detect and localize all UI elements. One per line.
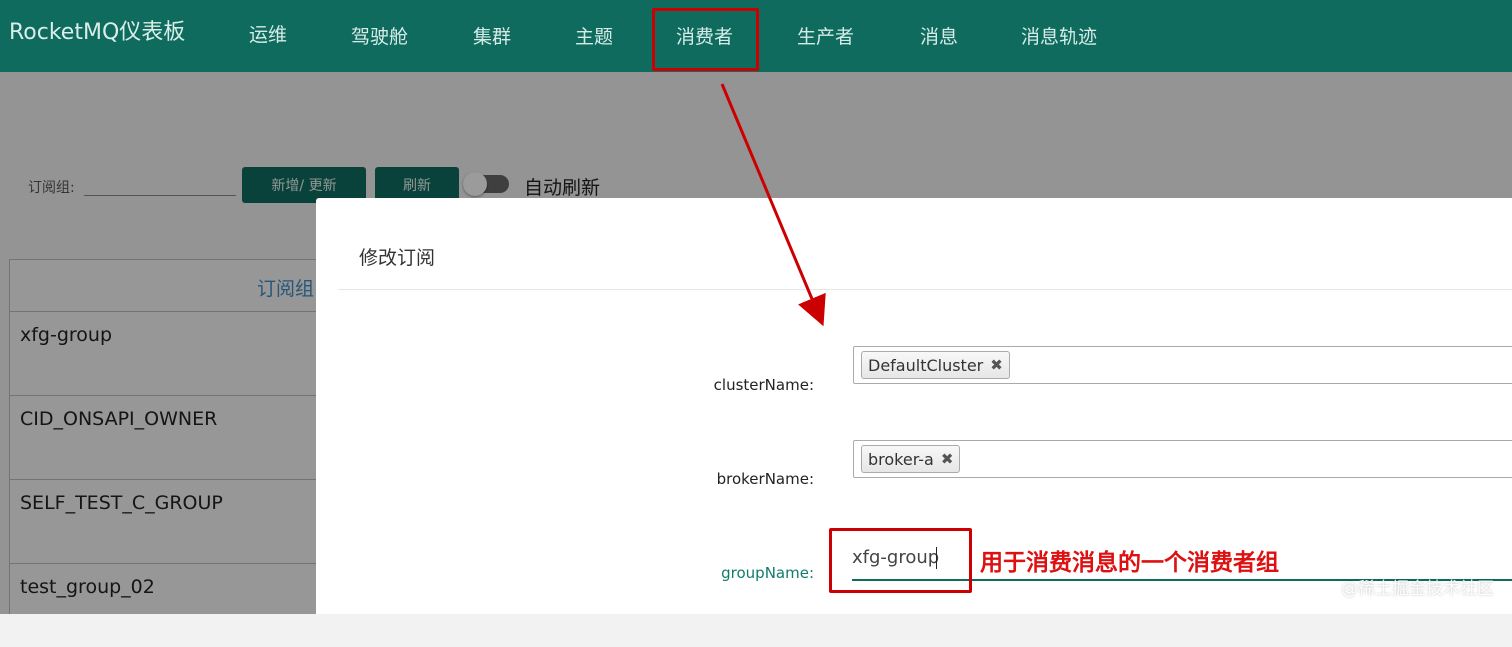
nav-message[interactable]: 消息 bbox=[920, 22, 958, 49]
dialog-title: 修改订阅 bbox=[359, 247, 436, 269]
cluster-name-select[interactable]: DefaultCluster ✖ bbox=[853, 346, 1512, 384]
broker-tag: broker-a ✖ bbox=[861, 445, 961, 473]
broker-name-select[interactable]: broker-a ✖ bbox=[853, 440, 1512, 478]
group-name-label: groupName: bbox=[721, 564, 814, 582]
nav-dashboard[interactable]: 驾驶舱 bbox=[351, 22, 408, 49]
remove-cluster-icon[interactable]: ✖ bbox=[990, 356, 1003, 374]
nav-ops[interactable]: 运维 bbox=[249, 20, 287, 47]
highlight-group-name bbox=[829, 528, 972, 593]
broker-name-label: brokerName: bbox=[716, 470, 814, 488]
broker-tag-text: broker-a bbox=[868, 449, 934, 469]
remove-broker-icon[interactable]: ✖ bbox=[941, 450, 954, 468]
watermark: @稀土掘金技术社区 bbox=[1341, 579, 1494, 599]
annotation-note: 用于消费消息的一个消费者组 bbox=[980, 550, 1279, 576]
nav-message-trace[interactable]: 消息轨迹 bbox=[1021, 22, 1097, 49]
dialog-divider bbox=[338, 289, 1512, 290]
nav-topic[interactable]: 主题 bbox=[575, 22, 613, 49]
nav-cluster[interactable]: 集群 bbox=[473, 22, 511, 49]
cluster-tag: DefaultCluster ✖ bbox=[861, 351, 1010, 379]
highlight-consumer-nav bbox=[652, 8, 759, 71]
cluster-tag-text: DefaultCluster bbox=[868, 355, 984, 375]
cluster-name-label: clusterName: bbox=[713, 376, 814, 394]
brand-title[interactable]: RocketMQ仪表板 bbox=[9, 14, 185, 46]
nav-producer[interactable]: 生产者 bbox=[797, 22, 854, 49]
